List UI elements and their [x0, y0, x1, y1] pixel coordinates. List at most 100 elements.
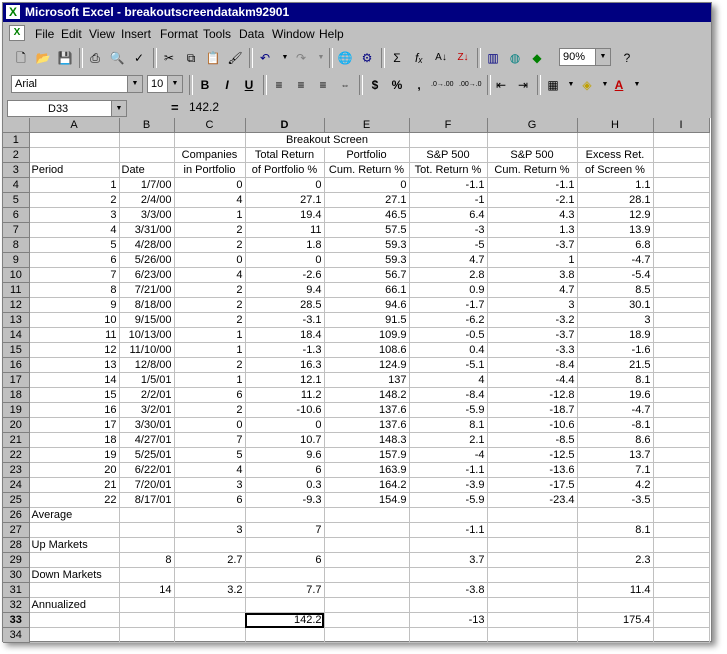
- menu-file[interactable]: File: [35, 27, 54, 41]
- cell-F14[interactable]: -0.5: [409, 327, 488, 343]
- borders-icon[interactable]: ▦: [543, 75, 563, 95]
- cell-G34[interactable]: [487, 627, 578, 643]
- cell-C4[interactable]: 0: [174, 177, 246, 193]
- cell-E9[interactable]: 59.3: [324, 252, 410, 268]
- cell-H5[interactable]: 28.1: [577, 192, 654, 208]
- cell-A30[interactable]: Down Markets: [29, 567, 120, 583]
- cell-G15[interactable]: -3.3: [487, 342, 578, 358]
- cell-F11[interactable]: 0.9: [409, 282, 488, 298]
- menu-tools[interactable]: Tools: [203, 27, 231, 41]
- cell-I10[interactable]: [653, 267, 710, 283]
- cell-C19[interactable]: 2: [174, 402, 246, 418]
- cell-G24[interactable]: -17.5: [487, 477, 578, 493]
- cell-F19[interactable]: -5.9: [409, 402, 488, 418]
- menu-edit[interactable]: Edit: [61, 27, 82, 41]
- cell-F15[interactable]: 0.4: [409, 342, 488, 358]
- cell-E34[interactable]: [324, 627, 410, 643]
- map-icon[interactable]: ◍: [505, 48, 525, 68]
- cell-I18[interactable]: [653, 387, 710, 403]
- cell-B7[interactable]: 3/31/00: [119, 222, 175, 238]
- cell-I2[interactable]: [653, 147, 710, 163]
- cell-A20[interactable]: 17: [29, 417, 120, 433]
- cell-A33[interactable]: [29, 612, 120, 628]
- row-header[interactable]: 1: [3, 132, 30, 148]
- cell-I4[interactable]: [653, 177, 710, 193]
- cell-A16[interactable]: 13: [29, 357, 120, 373]
- cell-D32[interactable]: [245, 597, 325, 613]
- cell-G17[interactable]: -4.4: [487, 372, 578, 388]
- cell-B5[interactable]: 2/4/00: [119, 192, 175, 208]
- cell-H14[interactable]: 18.9: [577, 327, 654, 343]
- cell-A3[interactable]: Period: [29, 162, 120, 178]
- cell-F1[interactable]: [409, 132, 488, 148]
- row-header[interactable]: 19: [3, 402, 30, 418]
- web-toolbar-icon[interactable]: ⚙: [357, 48, 377, 68]
- cell-D6[interactable]: 19.4: [245, 207, 325, 223]
- increase-decimal-button[interactable]: .0→.00: [431, 75, 454, 95]
- cell-H1[interactable]: [577, 132, 654, 148]
- cell-B4[interactable]: 1/7/00: [119, 177, 175, 193]
- cell-I20[interactable]: [653, 417, 710, 433]
- cell-D15[interactable]: -1.3: [245, 342, 325, 358]
- cell-C27[interactable]: 3: [174, 522, 246, 538]
- cell-C28[interactable]: [174, 537, 246, 553]
- cell-F5[interactable]: -1: [409, 192, 488, 208]
- cell-A17[interactable]: 14: [29, 372, 120, 388]
- row-header[interactable]: 33: [3, 612, 30, 628]
- cell-B12[interactable]: 8/18/00: [119, 297, 175, 313]
- cell-E3[interactable]: Cum. Return %: [324, 162, 410, 178]
- cell-G21[interactable]: -8.5: [487, 432, 578, 448]
- cell-I30[interactable]: [653, 567, 710, 583]
- zoom-select[interactable]: 90% ▼: [559, 48, 611, 66]
- row-header[interactable]: 22: [3, 447, 30, 463]
- decrease-indent-icon[interactable]: ⇤: [491, 75, 511, 95]
- cell-F10[interactable]: 2.8: [409, 267, 488, 283]
- cell-D21[interactable]: 10.7: [245, 432, 325, 448]
- font-color-dropdown-icon[interactable]: ▼: [627, 75, 647, 95]
- cell-H6[interactable]: 12.9: [577, 207, 654, 223]
- formula-input[interactable]: 142.2: [189, 100, 219, 114]
- cell-F28[interactable]: [409, 537, 488, 553]
- cell-A12[interactable]: 9: [29, 297, 120, 313]
- row-header[interactable]: 18: [3, 387, 30, 403]
- cell-G7[interactable]: 1.3: [487, 222, 578, 238]
- cell-D29[interactable]: 6: [245, 552, 325, 568]
- cell-C31[interactable]: 3.2: [174, 582, 246, 598]
- cell-B19[interactable]: 3/2/01: [119, 402, 175, 418]
- font-size-select[interactable]: 10 ▼: [147, 75, 183, 93]
- cell-I32[interactable]: [653, 597, 710, 613]
- cell-H16[interactable]: 21.5: [577, 357, 654, 373]
- cell-B27[interactable]: [119, 522, 175, 538]
- cell-F27[interactable]: -1.1: [409, 522, 488, 538]
- cell-H11[interactable]: 8.5: [577, 282, 654, 298]
- cell-D25[interactable]: -9.3: [245, 492, 325, 508]
- cell-E11[interactable]: 66.1: [324, 282, 410, 298]
- paste-icon[interactable]: 📋: [203, 48, 223, 68]
- cut-icon[interactable]: ✂: [159, 48, 179, 68]
- chevron-down-icon[interactable]: ▼: [127, 76, 142, 92]
- cell-D18[interactable]: 11.2: [245, 387, 325, 403]
- cell-D3[interactable]: of Portfolio %: [245, 162, 325, 178]
- cell-G33[interactable]: [487, 612, 578, 628]
- column-header[interactable]: A: [29, 118, 120, 133]
- cell-H22[interactable]: 13.7: [577, 447, 654, 463]
- cell-G18[interactable]: -12.8: [487, 387, 578, 403]
- cell-B15[interactable]: 11/10/00: [119, 342, 175, 358]
- cell-I14[interactable]: [653, 327, 710, 343]
- cell-G11[interactable]: 4.7: [487, 282, 578, 298]
- cell-B23[interactable]: 6/22/01: [119, 462, 175, 478]
- cell-C9[interactable]: 0: [174, 252, 246, 268]
- cell-A27[interactable]: [29, 522, 120, 538]
- cell-B11[interactable]: 7/21/00: [119, 282, 175, 298]
- column-header[interactable]: E: [324, 118, 410, 133]
- cell-E26[interactable]: [324, 507, 410, 523]
- cell-E31[interactable]: [324, 582, 410, 598]
- cell-B22[interactable]: 5/25/01: [119, 447, 175, 463]
- undo-icon[interactable]: ↶: [255, 48, 275, 68]
- cell-G20[interactable]: -10.6: [487, 417, 578, 433]
- cell-A4[interactable]: 1: [29, 177, 120, 193]
- office-assistant-icon[interactable]: ?: [617, 48, 637, 68]
- autosum-icon[interactable]: Σ: [387, 48, 407, 68]
- copy-icon[interactable]: ⧉: [181, 48, 201, 68]
- cell-H29[interactable]: 2.3: [577, 552, 654, 568]
